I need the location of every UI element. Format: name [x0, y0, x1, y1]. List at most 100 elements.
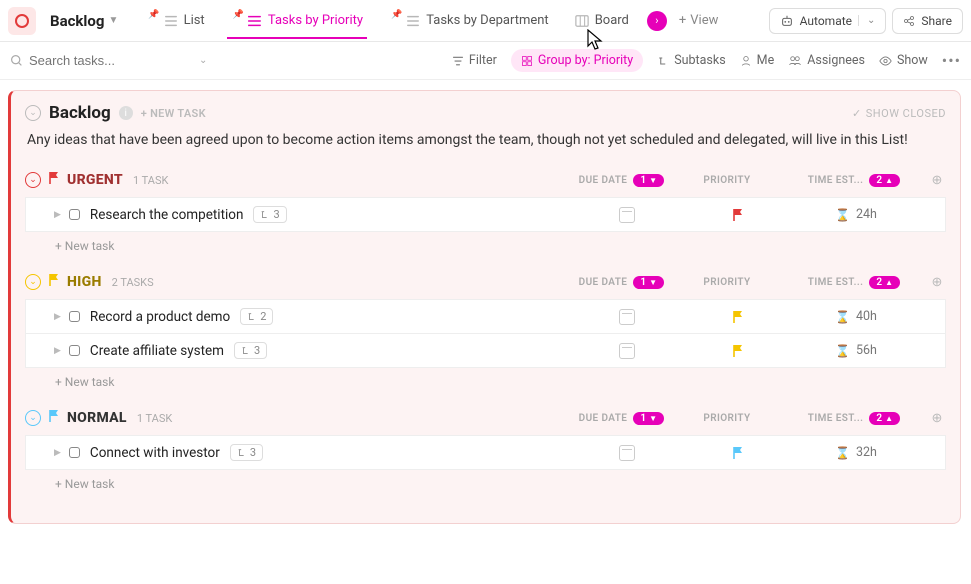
- view-tabs: 📌 List 📌 Tasks by Priority 📌 Tasks by De…: [134, 3, 728, 38]
- view-tab-tasks-by-department[interactable]: 📌 Tasks by Department: [377, 3, 561, 38]
- col-priority-label[interactable]: PRIORITY: [703, 277, 750, 288]
- expand-icon[interactable]: ▶: [54, 312, 61, 322]
- col-time-badge[interactable]: 2 ▲: [869, 174, 900, 187]
- group-count: 1 TASK: [137, 412, 172, 425]
- task-name[interactable]: Connect with investor: [90, 445, 220, 461]
- search-wrap[interactable]: ⌄: [10, 53, 220, 68]
- col-due-badge[interactable]: 1 ▼: [633, 276, 664, 289]
- subtask-icon: [241, 346, 251, 356]
- expand-icon[interactable]: ▶: [54, 210, 61, 220]
- new-task-header-button[interactable]: + NEW TASK: [141, 107, 206, 120]
- share-button[interactable]: Share: [892, 8, 963, 34]
- col-due-label[interactable]: DUE DATE: [579, 277, 628, 288]
- col-time-label[interactable]: TIME EST...: [808, 413, 864, 424]
- subtask-chip[interactable]: 3: [234, 342, 267, 359]
- hourglass-icon: ⌛: [835, 446, 850, 460]
- workspace-logo[interactable]: [8, 7, 36, 35]
- cell-priority[interactable]: [703, 344, 773, 358]
- group-by-button[interactable]: Group by: Priority: [511, 49, 643, 72]
- group-name[interactable]: NORMAL: [67, 410, 127, 426]
- task-row[interactable]: ▶ Connect with investor 3 ⌛32h: [25, 435, 946, 470]
- assignees-button[interactable]: Assignees: [788, 53, 865, 68]
- new-task-button[interactable]: + New task: [25, 231, 946, 253]
- status-checkbox[interactable]: [69, 209, 80, 220]
- filter-button[interactable]: Filter: [452, 53, 497, 68]
- more-button[interactable]: •••: [942, 51, 961, 70]
- col-due-badge[interactable]: 1 ▼: [633, 174, 664, 187]
- status-checkbox[interactable]: [69, 345, 80, 356]
- subtask-chip[interactable]: 3: [253, 206, 286, 223]
- views-next-button[interactable]: ›: [647, 11, 667, 31]
- cell-due[interactable]: [579, 309, 675, 325]
- add-view-button[interactable]: + View: [669, 7, 729, 34]
- col-priority-label[interactable]: PRIORITY: [703, 413, 750, 424]
- group-collapse-toggle[interactable]: ⌄: [25, 172, 41, 188]
- chevron-down-icon[interactable]: ⌄: [199, 55, 207, 66]
- pin-icon: 📌: [233, 10, 244, 20]
- subtask-chip[interactable]: 3: [230, 444, 263, 461]
- cell-time[interactable]: ⌛56h: [801, 343, 911, 358]
- search-input[interactable]: [29, 53, 189, 68]
- share-icon: [903, 15, 915, 27]
- cell-due[interactable]: [579, 445, 675, 461]
- cell-priority[interactable]: [703, 446, 773, 460]
- task-name[interactable]: Create affiliate system: [90, 343, 224, 359]
- expand-icon[interactable]: ▶: [54, 448, 61, 458]
- status-checkbox[interactable]: [69, 447, 80, 458]
- flag-icon: [47, 273, 61, 291]
- col-due-label[interactable]: DUE DATE: [579, 175, 628, 186]
- view-tab-tasks-by-priority[interactable]: 📌 Tasks by Priority: [219, 3, 375, 38]
- cell-time[interactable]: ⌛32h: [801, 445, 911, 460]
- group-collapse-toggle[interactable]: ⌄: [25, 274, 41, 290]
- show-button[interactable]: Show: [879, 53, 928, 68]
- calendar-icon: [619, 207, 635, 223]
- cell-due[interactable]: [579, 207, 675, 223]
- panel-header: ⌄ Backlog i + NEW TASK ✓ SHOW CLOSED: [25, 103, 946, 123]
- col-time-label[interactable]: TIME EST...: [808, 175, 864, 186]
- task-name[interactable]: Research the competition: [90, 207, 244, 223]
- new-task-button[interactable]: + New task: [25, 367, 946, 389]
- col-time-badge[interactable]: 2 ▲: [869, 412, 900, 425]
- me-button[interactable]: Me: [740, 53, 775, 68]
- add-column-button[interactable]: ⊕: [928, 275, 946, 290]
- chevron-down-icon[interactable]: ⌄: [858, 15, 875, 26]
- group-high: ⌄ HIGH 2 TASKS DUE DATE1 ▼ PRIORITY TIME…: [25, 271, 946, 389]
- view-tab-board[interactable]: Board: [563, 3, 641, 38]
- col-due-label[interactable]: DUE DATE: [579, 413, 628, 424]
- subtasks-button[interactable]: Subtasks: [657, 53, 725, 68]
- view-label: Tasks by Department: [426, 13, 548, 28]
- list-title-button[interactable]: Backlog ▼: [42, 8, 126, 34]
- info-icon[interactable]: i: [119, 106, 133, 120]
- task-row[interactable]: ▶ Research the competition 3 ⌛24h: [25, 197, 946, 232]
- group-collapse-toggle[interactable]: ⌄: [25, 410, 41, 426]
- subtask-chip[interactable]: 2: [240, 308, 273, 325]
- check-icon: ✓: [852, 107, 862, 120]
- task-row[interactable]: ▶ Create affiliate system 3 ⌛56h: [25, 333, 946, 368]
- col-time-badge[interactable]: 2 ▲: [869, 276, 900, 289]
- col-due-badge[interactable]: 1 ▼: [633, 412, 664, 425]
- flag-icon: [47, 171, 61, 189]
- status-checkbox[interactable]: [69, 311, 80, 322]
- subtask-icon: [237, 448, 247, 458]
- pin-icon: 📌: [148, 10, 159, 20]
- group-name[interactable]: HIGH: [67, 274, 102, 290]
- show-closed-button[interactable]: ✓ SHOW CLOSED: [852, 107, 946, 120]
- expand-icon[interactable]: ▶: [54, 346, 61, 356]
- task-name[interactable]: Record a product demo: [90, 309, 230, 325]
- content: ⌄ Backlog i + NEW TASK ✓ SHOW CLOSED Any…: [0, 80, 971, 534]
- group-name[interactable]: URGENT: [67, 172, 123, 188]
- collapse-toggle[interactable]: ⌄: [25, 105, 41, 121]
- cell-priority[interactable]: [703, 310, 773, 324]
- new-task-button[interactable]: + New task: [25, 469, 946, 491]
- automate-button[interactable]: Automate ⌄: [769, 8, 887, 34]
- cell-priority[interactable]: [703, 208, 773, 222]
- add-column-button[interactable]: ⊕: [928, 173, 946, 188]
- cell-due[interactable]: [579, 343, 675, 359]
- cell-time[interactable]: ⌛24h: [801, 207, 911, 222]
- add-column-button[interactable]: ⊕: [928, 411, 946, 426]
- task-row[interactable]: ▶ Record a product demo 2 ⌛40h: [25, 299, 946, 334]
- col-time-label[interactable]: TIME EST...: [808, 277, 864, 288]
- view-tab-list[interactable]: 📌 List: [134, 3, 216, 38]
- cell-time[interactable]: ⌛40h: [801, 309, 911, 324]
- col-priority-label[interactable]: PRIORITY: [703, 175, 750, 186]
